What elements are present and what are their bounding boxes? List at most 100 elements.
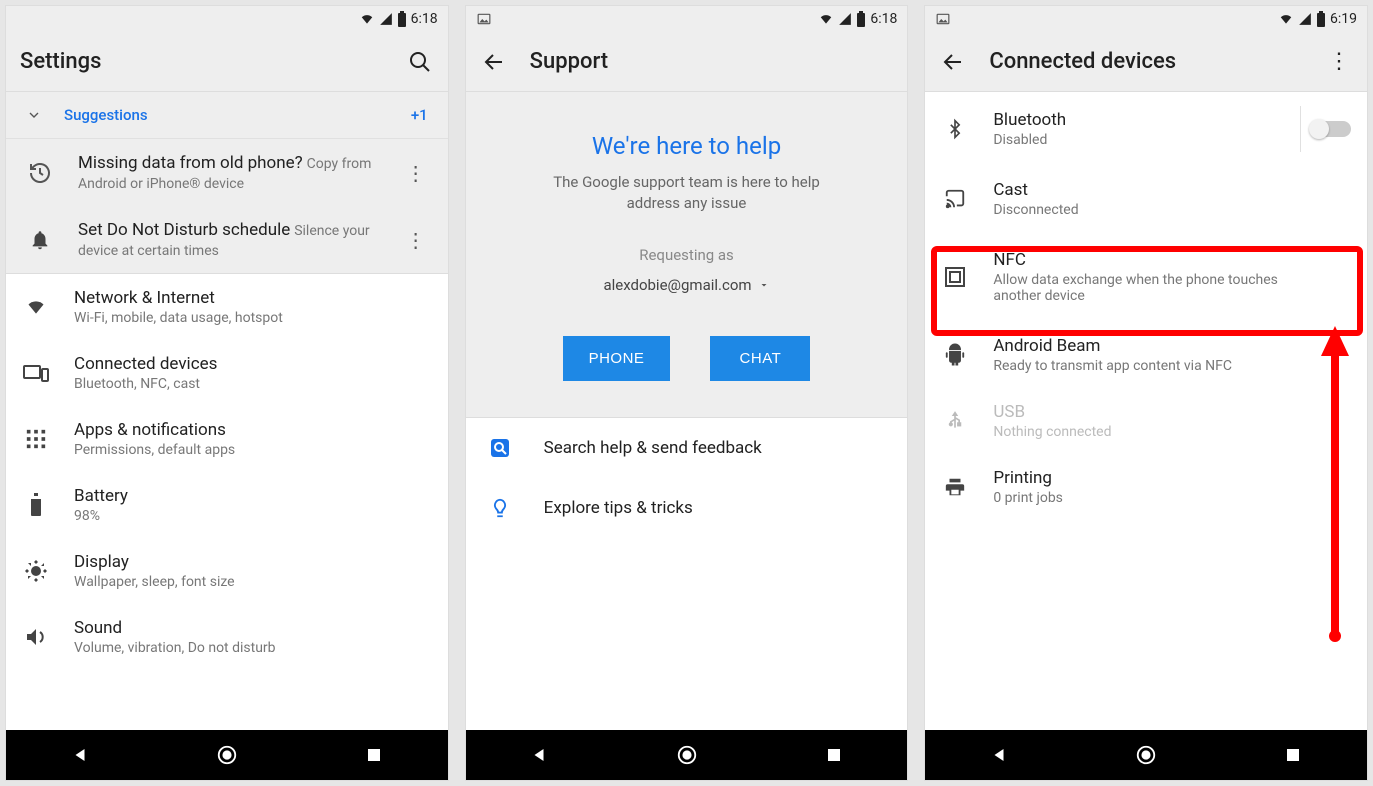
nav-recents-icon[interactable] xyxy=(359,740,389,770)
android-icon xyxy=(941,341,969,369)
nav-back-icon[interactable] xyxy=(984,740,1014,770)
item-title: Connected devices xyxy=(74,354,432,374)
item-sub: Bluetooth, NFC, cast xyxy=(74,376,432,392)
nav-bar xyxy=(466,730,908,780)
suggestions-label: Suggestions xyxy=(64,106,389,124)
bluetooth-toggle[interactable] xyxy=(1311,121,1351,137)
search-help-icon xyxy=(486,434,514,462)
item-title: Sound xyxy=(74,618,432,638)
nfc-icon xyxy=(941,263,969,291)
suggestion-title: Missing data from old phone? xyxy=(78,153,303,173)
support-content: We're here to help The Google support te… xyxy=(466,92,908,730)
signal-icon xyxy=(1298,12,1312,26)
chat-button[interactable]: CHAT xyxy=(710,336,810,381)
settings-item-sound[interactable]: Sound Volume, vibration, Do not disturb xyxy=(6,604,448,670)
print-icon xyxy=(941,473,969,501)
cast-icon xyxy=(941,185,969,213)
restore-icon xyxy=(26,159,54,187)
item-sub: Wallpaper, sleep, font size xyxy=(74,574,432,590)
app-bar: Settings xyxy=(6,32,448,92)
nav-recents-icon[interactable] xyxy=(819,740,849,770)
nav-bar xyxy=(6,730,448,780)
support-hero: We're here to help The Google support te… xyxy=(466,92,908,418)
item-sub: Wi-Fi, mobile, data usage, hotspot xyxy=(74,310,432,326)
phone-support: 6:18 Support We're here to help The Goog… xyxy=(466,6,908,780)
nav-home-icon[interactable] xyxy=(1131,740,1161,770)
row-label: Explore tips & tricks xyxy=(544,498,888,518)
phone-connected-devices: 6:19 Connected devices ⋮ Bluetooth Disab… xyxy=(925,6,1367,780)
item-title: Network & Internet xyxy=(74,288,432,308)
search-help-row[interactable]: Search help & send feedback xyxy=(466,418,908,478)
status-bar: 6:19 xyxy=(925,6,1367,32)
devices-icon xyxy=(22,359,50,387)
page-title: Connected devices xyxy=(989,49,1176,74)
apps-icon xyxy=(22,425,50,453)
suggestion-dnd[interactable]: Set Do Not Disturb schedule Silence your… xyxy=(6,206,448,273)
page-title: Settings xyxy=(20,49,101,74)
signal-icon xyxy=(379,12,393,26)
account-selector[interactable]: alexdobie@gmail.com xyxy=(603,276,769,294)
settings-item-display[interactable]: Display Wallpaper, sleep, font size xyxy=(6,538,448,604)
wifi-icon xyxy=(1278,12,1294,26)
nav-bar xyxy=(925,730,1367,780)
usb-icon xyxy=(941,407,969,435)
more-icon[interactable]: ⋮ xyxy=(1325,48,1353,76)
item-sub: Ready to transmit app content via NFC xyxy=(993,358,1351,374)
item-sub: 98% xyxy=(74,508,432,524)
settings-list: Suggestions +1 Missing data from old pho… xyxy=(6,92,448,730)
chevron-down-icon xyxy=(26,107,42,123)
requesting-as-label: Requesting as xyxy=(639,246,734,264)
android-beam-row[interactable]: Android Beam Ready to transmit app conte… xyxy=(925,322,1367,388)
battery-icon xyxy=(1316,11,1326,27)
more-icon[interactable]: ⋮ xyxy=(404,228,428,252)
item-title: USB xyxy=(993,402,1351,422)
support-headline: We're here to help xyxy=(592,132,781,160)
image-notification-icon xyxy=(476,12,492,26)
signal-icon xyxy=(838,12,852,26)
back-icon[interactable] xyxy=(480,48,508,76)
nav-back-icon[interactable] xyxy=(524,740,554,770)
item-sub: Disabled xyxy=(993,132,1276,148)
more-icon[interactable]: ⋮ xyxy=(404,161,428,185)
item-title: NFC xyxy=(993,250,1327,270)
settings-item-battery[interactable]: Battery 98% xyxy=(6,472,448,538)
search-icon[interactable] xyxy=(406,48,434,76)
wifi-icon xyxy=(22,293,50,321)
back-icon[interactable] xyxy=(939,48,967,76)
bell-icon xyxy=(26,226,54,254)
suggestion-missing-data[interactable]: Missing data from old phone? Copy from A… xyxy=(6,139,448,206)
nav-recents-icon[interactable] xyxy=(1278,740,1308,770)
connected-list: Bluetooth Disabled Cast Disconnected NFC… xyxy=(925,92,1367,730)
lightbulb-icon xyxy=(486,494,514,522)
printing-row[interactable]: Printing 0 print jobs xyxy=(925,454,1367,520)
page-title: Support xyxy=(530,49,608,74)
item-sub: Volume, vibration, Do not disturb xyxy=(74,640,432,656)
settings-item-connected[interactable]: Connected devices Bluetooth, NFC, cast xyxy=(6,340,448,406)
wifi-icon xyxy=(818,12,834,26)
nav-home-icon[interactable] xyxy=(212,740,242,770)
brightness-icon xyxy=(22,557,50,585)
bluetooth-icon xyxy=(941,115,969,143)
item-sub: 0 print jobs xyxy=(993,490,1351,506)
item-title: Android Beam xyxy=(993,336,1351,356)
nav-back-icon[interactable] xyxy=(65,740,95,770)
explore-tips-row[interactable]: Explore tips & tricks xyxy=(466,478,908,538)
row-label: Search help & send feedback xyxy=(544,438,888,458)
item-sub: Allow data exchange when the phone touch… xyxy=(993,272,1327,304)
wifi-icon xyxy=(359,12,375,26)
app-bar: Support xyxy=(466,32,908,92)
settings-item-network[interactable]: Network & Internet Wi-Fi, mobile, data u… xyxy=(6,274,448,340)
settings-item-apps[interactable]: Apps & notifications Permissions, defaul… xyxy=(6,406,448,472)
item-sub: Disconnected xyxy=(993,202,1351,218)
cast-row[interactable]: Cast Disconnected xyxy=(925,166,1367,232)
item-title: Cast xyxy=(993,180,1351,200)
battery-icon xyxy=(856,11,866,27)
bluetooth-row[interactable]: Bluetooth Disabled xyxy=(925,92,1367,166)
image-notification-icon xyxy=(935,12,951,26)
suggestions-header[interactable]: Suggestions +1 xyxy=(6,92,448,139)
nfc-row[interactable]: NFC Allow data exchange when the phone t… xyxy=(925,232,1367,322)
support-subline: The Google support team is here to help … xyxy=(537,172,837,214)
phone-button[interactable]: PHONE xyxy=(563,336,671,381)
suggestion-title: Set Do Not Disturb schedule xyxy=(78,220,290,240)
nav-home-icon[interactable] xyxy=(672,740,702,770)
